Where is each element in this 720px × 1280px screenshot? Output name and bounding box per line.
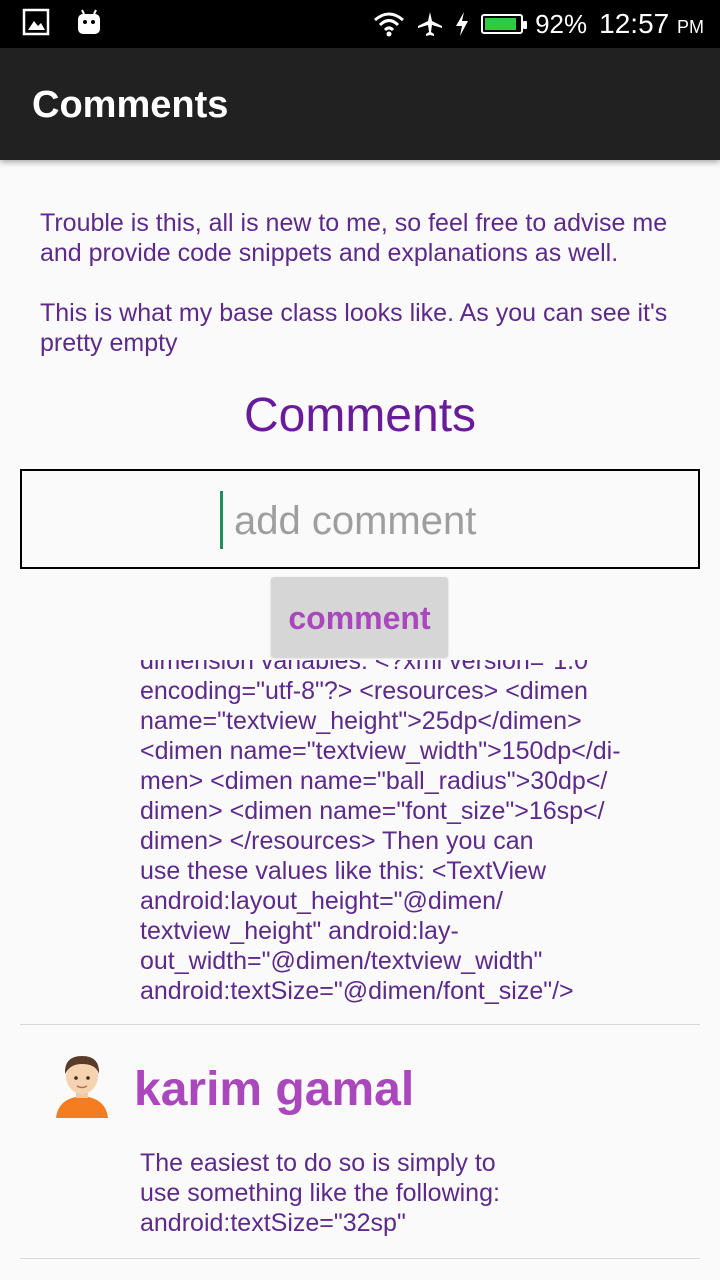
- divider: [20, 1258, 700, 1259]
- comment-text: dimension variables: <?xml version="1.0"…: [140, 660, 621, 1005]
- comment-input-placeholder: add comment: [234, 499, 477, 543]
- comment-input[interactable]: add comment: [20, 469, 700, 569]
- clock-ampm: PM: [677, 17, 704, 37]
- post-body: Trouble is this, all is new to me, so fe…: [40, 208, 700, 388]
- app-bar: Comments: [0, 48, 720, 160]
- status-bar: 92% 12:57 PM: [0, 0, 720, 48]
- divider: [20, 1024, 700, 1025]
- clock-time: 12:57: [599, 8, 670, 39]
- comment-text: The easiest to do so is simply to use so…: [140, 1149, 500, 1237]
- status-bar-left: [22, 8, 102, 36]
- battery-icon: [481, 14, 528, 34]
- status-bar-right: 92% 12:57 PM: [373, 0, 704, 48]
- gallery-icon: [22, 8, 50, 36]
- battery-percent: 92%: [535, 8, 588, 39]
- page-title: Comments: [32, 84, 229, 126]
- text-caret: [220, 491, 223, 549]
- android-icon: [78, 9, 100, 34]
- comment-button[interactable]: comment: [271, 577, 448, 657]
- comments-heading: Comments: [243, 389, 477, 442]
- comment-author: karim gamal: [134, 1063, 415, 1116]
- clock: 12:57 PM: [599, 8, 704, 40]
- wifi-icon: [374, 12, 405, 37]
- comments-list[interactable]: dimension variables: <?xml version="1.0"…: [0, 660, 720, 1280]
- battery-level-fill: [485, 18, 517, 30]
- post-paragraph: This is what my base class looks like. A…: [40, 299, 668, 357]
- post-paragraph: Trouble is this, all is new to me, so fe…: [40, 209, 668, 267]
- avatar-icon: [56, 1056, 108, 1118]
- airplane-mode-icon: [418, 12, 443, 36]
- charging-icon: [456, 12, 469, 36]
